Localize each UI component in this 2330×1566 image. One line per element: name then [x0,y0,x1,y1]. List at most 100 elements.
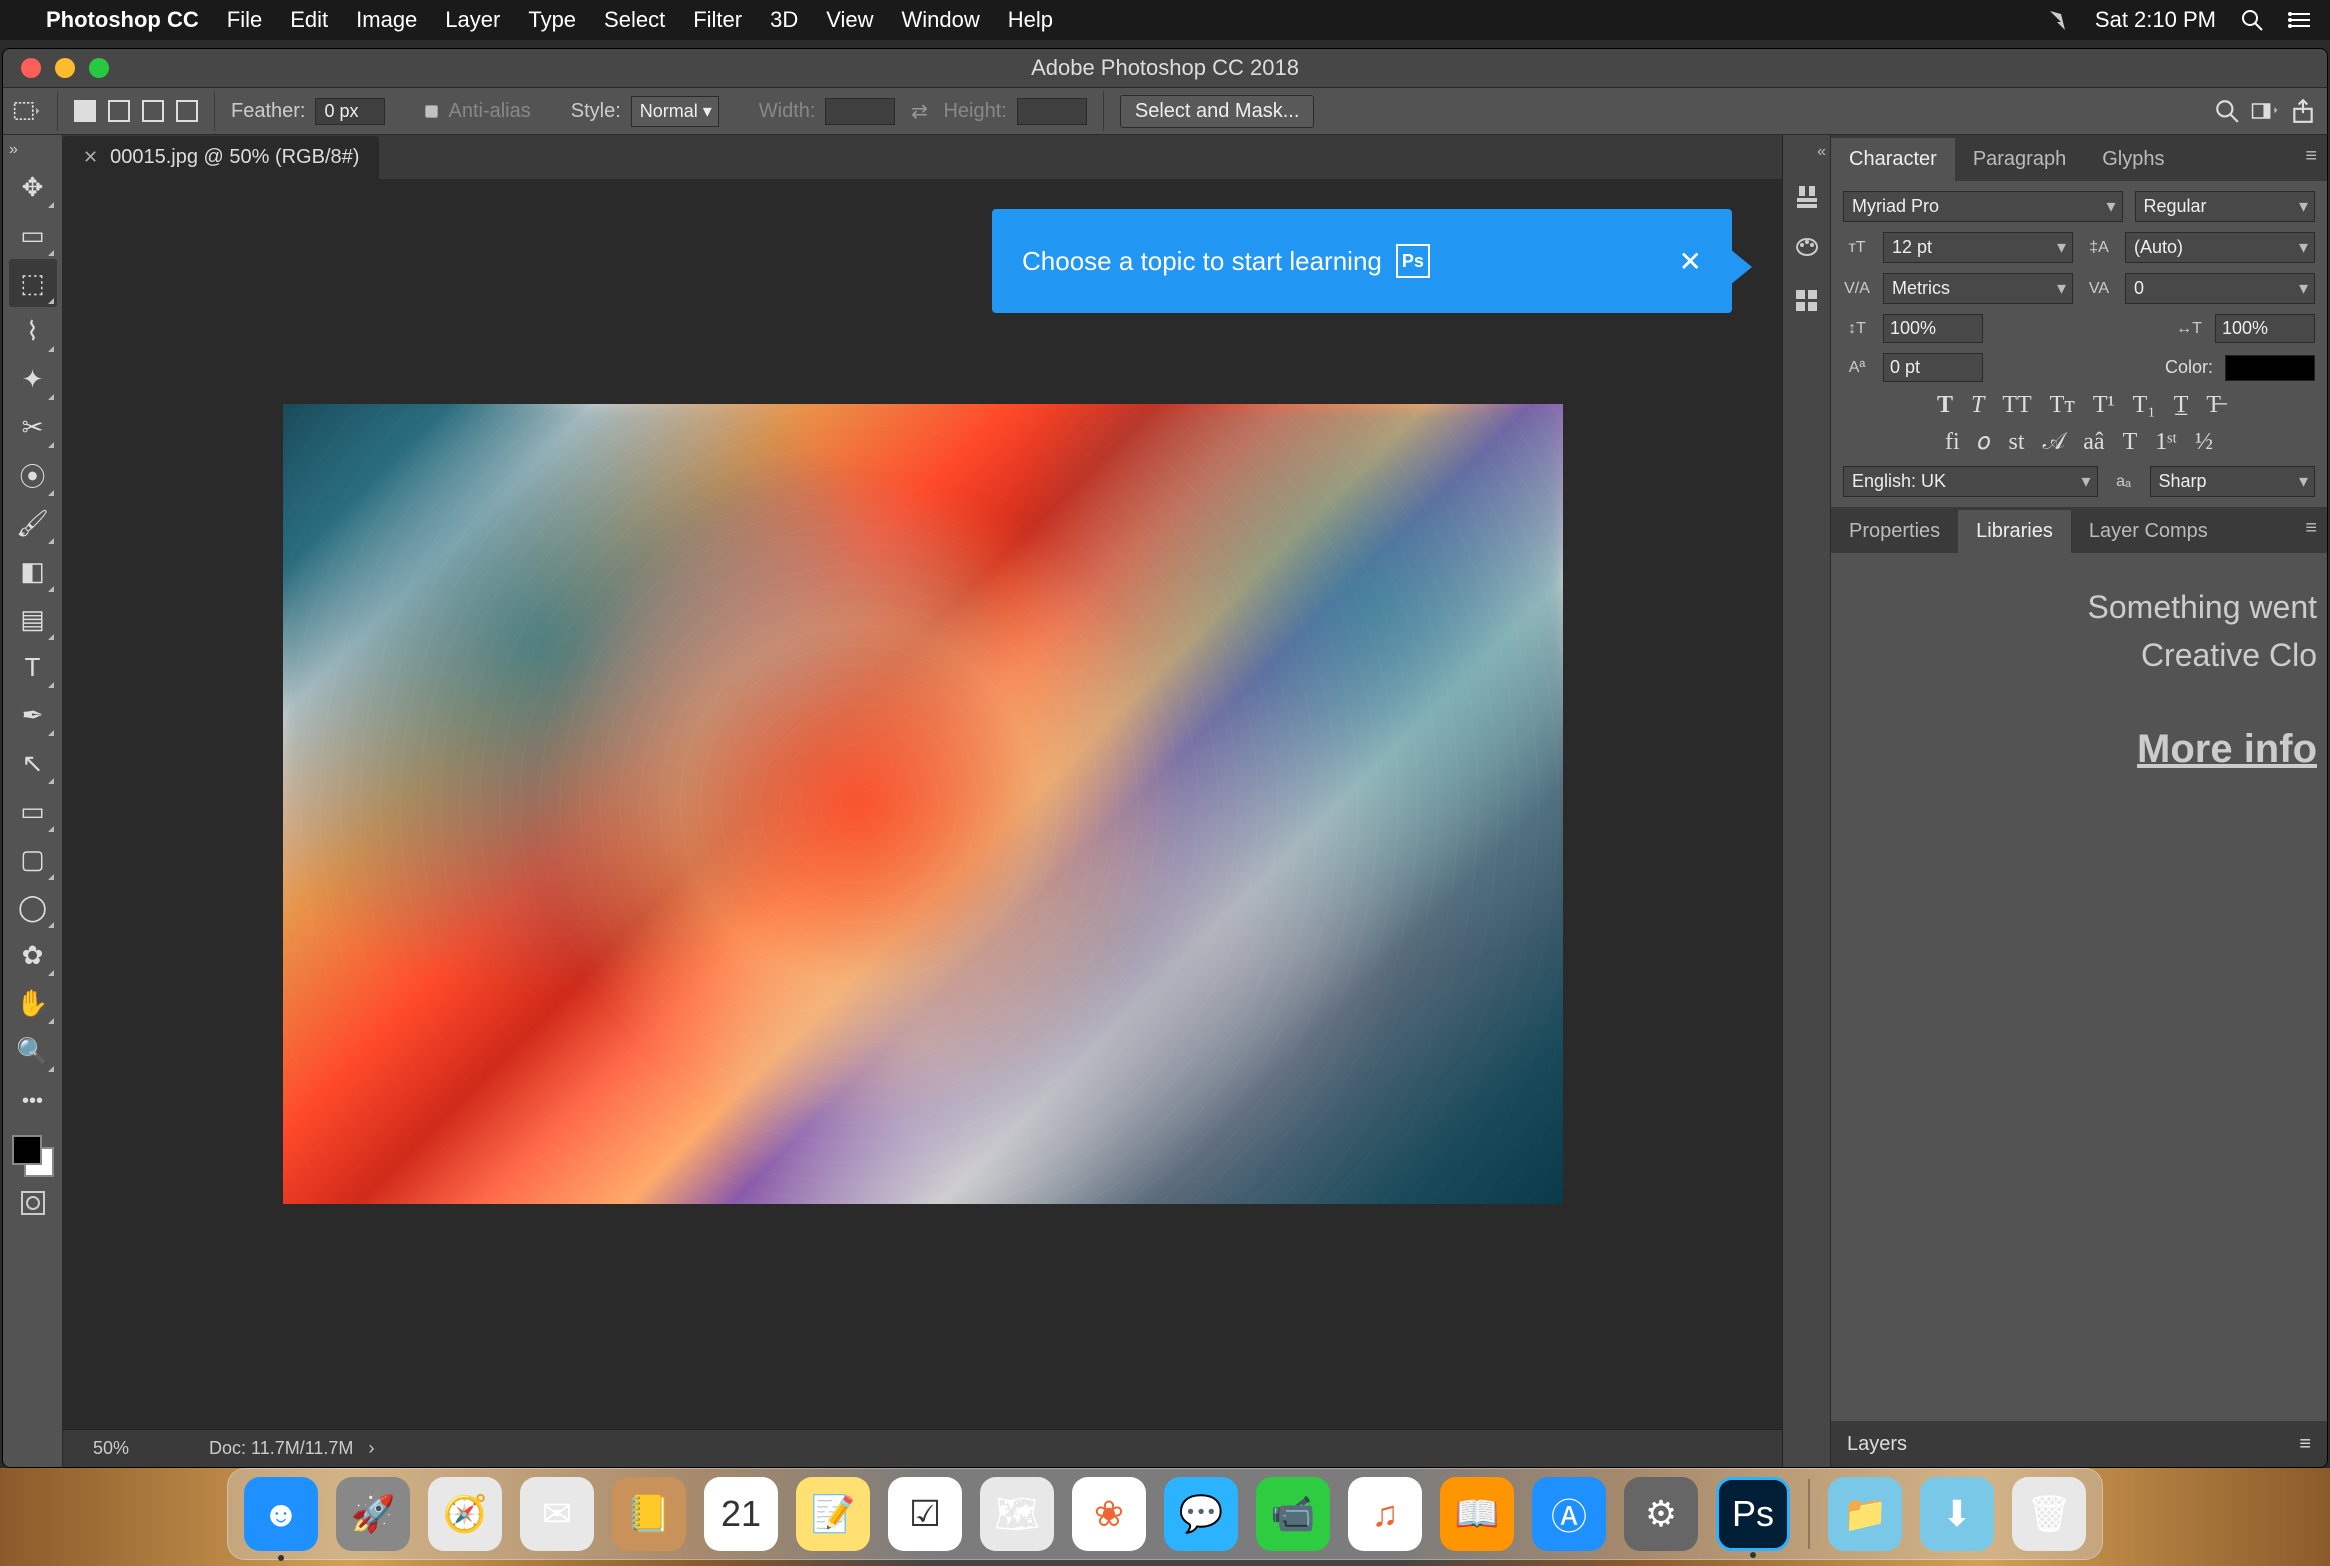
type-style-button-7[interactable]: T̶ [2206,392,2221,419]
dock-app-contacts[interactable]: 📒 [612,1477,686,1551]
menu-edit[interactable]: Edit [290,7,328,33]
opentype-button-5[interactable]: T [2123,429,2138,456]
opentype-button-2[interactable]: st [2009,429,2025,456]
intersect-selection-icon[interactable] [176,100,198,122]
dock-app-mail[interactable]: ✉ [520,1477,594,1551]
window-close-button[interactable] [21,58,41,78]
canvas[interactable] [283,404,1563,1204]
type-style-button-5[interactable]: T₁ [2133,392,2156,419]
menu-type[interactable]: Type [528,7,576,33]
style-select[interactable]: Normal ▾ [631,96,719,127]
tab-paragraph[interactable]: Paragraph [1955,138,2084,181]
window-minimize-button[interactable] [55,58,75,78]
edit-toolbar-icon[interactable]: ••• [9,1077,57,1125]
tool-zoom[interactable]: 🔍 [9,1027,57,1075]
feather-input[interactable] [315,98,385,125]
tool-crop[interactable]: ✂ [9,403,57,451]
type-style-button-3[interactable]: Tт [2050,392,2075,419]
opentype-button-7[interactable]: ½ [2195,429,2213,456]
new-selection-icon[interactable] [74,100,96,122]
script-menu-icon[interactable] [2047,8,2071,32]
tab-properties[interactable]: Properties [1831,510,1958,553]
tool-path-select[interactable]: ↖ [9,739,57,787]
tab-character[interactable]: Character [1831,138,1955,181]
dock-app-reminders[interactable]: ☑ [888,1477,962,1551]
menu-window[interactable]: Window [902,7,980,33]
foreground-background-swatch[interactable] [12,1135,54,1177]
app-name[interactable]: Photoshop CC [46,7,199,33]
menu-file[interactable]: File [227,7,262,33]
baseline-shift-input[interactable] [1883,353,1983,382]
tool-marquee[interactable]: ⬚ [9,259,57,307]
type-style-button-1[interactable]: T [1971,392,1984,419]
tool-ellipse[interactable]: ◯ [9,883,57,931]
layers-panel-header[interactable]: Layers ≡ [1831,1421,2327,1467]
doc-info[interactable]: Doc: 11.7M/11.7M › [209,1438,374,1459]
subtract-selection-icon[interactable] [142,100,164,122]
tool-custom-shape[interactable]: ✿ [9,931,57,979]
antialiasing-select[interactable]: Sharp [2150,466,2316,497]
menu-image[interactable]: Image [356,7,417,33]
search-icon[interactable] [2213,97,2241,125]
font-size-select[interactable]: 12 pt [1883,232,2073,263]
tool-move[interactable]: ✥ [9,163,57,211]
tool-eyedropper[interactable]: ⦿ [9,451,57,499]
spotlight-icon[interactable] [2240,8,2264,32]
zoom-level[interactable]: 50% [93,1438,129,1459]
dock-app-notes[interactable]: 📝 [796,1477,870,1551]
more-info-link[interactable]: More info [1841,719,2317,779]
tool-hand[interactable]: ✋ [9,979,57,1027]
foreground-color[interactable] [12,1135,42,1165]
close-tooltip-icon[interactable]: ✕ [1679,245,1702,278]
dock-downloads-folder[interactable]: ⬇ [1920,1477,1994,1551]
menu-help[interactable]: Help [1008,7,1053,33]
quick-mask-icon[interactable] [9,1179,57,1227]
leading-select[interactable]: (Auto) [2125,232,2315,263]
close-tab-icon[interactable]: ✕ [83,147,98,168]
menu-layer[interactable]: Layer [445,7,500,33]
tool-lasso[interactable]: ⌇ [9,307,57,355]
dock-app-itunes[interactable]: ♫ [1348,1477,1422,1551]
tool-quick-select[interactable]: ✦ [9,355,57,403]
tab-libraries[interactable]: Libraries [1958,510,2071,553]
canvas-viewport[interactable]: Choose a topic to start learning Ps ✕ [63,179,1782,1429]
tool-preset-picker[interactable] [13,97,41,125]
tool-artboard[interactable]: ▭ [9,211,57,259]
learn-panel-icon[interactable] [1791,181,1823,213]
type-style-button-0[interactable]: T [1937,392,1953,419]
tool-gradient[interactable]: ▤ [9,595,57,643]
tab-layer-comps[interactable]: Layer Comps [2071,510,2226,553]
kerning-select[interactable]: Metrics [1883,273,2073,304]
color-panel-icon[interactable] [1791,233,1823,265]
dock-app-calendar[interactable]: 21 [704,1477,778,1551]
dock-app-maps[interactable]: 🗺 [980,1477,1054,1551]
tool-type[interactable]: T [9,643,57,691]
document-tab[interactable]: ✕ 00015.jpg @ 50% (RGB/8#) [63,136,379,179]
clock[interactable]: Sat 2:10 PM [2095,7,2216,33]
swatches-panel-icon[interactable] [1791,285,1823,317]
dock-app-facetime[interactable]: 📹 [1256,1477,1330,1551]
dock-app-launchpad[interactable]: 🚀 [336,1477,410,1551]
vert-scale-input[interactable] [1883,314,1983,343]
opentype-button-6[interactable]: 1ˢᵗ [2155,429,2177,456]
notification-center-icon[interactable] [2288,8,2312,32]
opentype-button-1[interactable]: 𝑜 [1978,429,1991,456]
dock-app-finder[interactable]: ☻ [244,1477,318,1551]
select-and-mask-button[interactable]: Select and Mask... [1120,95,1315,128]
panel-menu-icon[interactable]: ≡ [2299,1433,2311,1456]
type-style-button-4[interactable]: T¹ [2093,392,2115,419]
dock-applications-folder[interactable]: 📁 [1828,1477,1902,1551]
panel-menu-icon[interactable]: ≡ [2305,517,2317,540]
tracking-select[interactable]: 0 [2125,273,2315,304]
type-style-button-6[interactable]: T̲ [2174,392,2189,419]
menu-view[interactable]: View [826,7,873,33]
menu-3d[interactable]: 3D [770,7,798,33]
tool-pen[interactable]: ✒ [9,691,57,739]
menu-select[interactable]: Select [604,7,665,33]
workspace-switcher-icon[interactable] [2251,97,2279,125]
dock-app-preferences[interactable]: ⚙ [1624,1477,1698,1551]
dock-trash[interactable]: 🗑 [2012,1477,2086,1551]
tool-eraser[interactable]: ◧ [9,547,57,595]
dock-app-messages[interactable]: 💬 [1164,1477,1238,1551]
font-style-select[interactable]: Regular [2135,191,2316,222]
